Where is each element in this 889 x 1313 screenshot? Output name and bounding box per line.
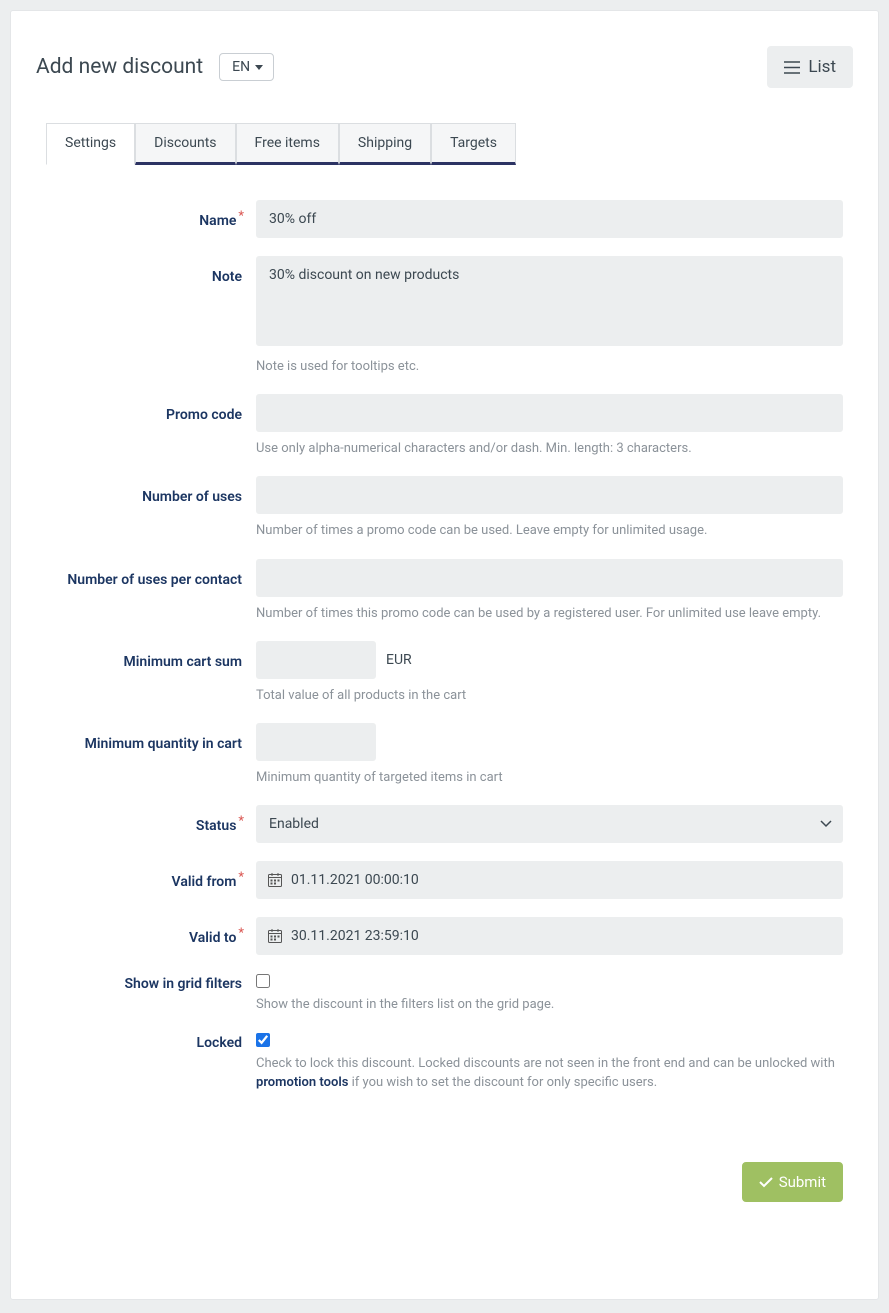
submit-button[interactable]: Submit <box>742 1162 843 1202</box>
promo-input[interactable] <box>256 394 843 432</box>
valid-from-label: Valid from <box>172 874 237 890</box>
valid-from-value: 01.11.2021 00:00:10 <box>291 872 419 888</box>
promo-help: Use only alpha-numerical characters and/… <box>256 440 843 458</box>
list-button[interactable]: List <box>767 46 853 88</box>
required-marker: * <box>238 926 244 941</box>
calendar-icon <box>267 872 283 888</box>
uses-contact-input[interactable] <box>256 559 843 597</box>
uses-input[interactable] <box>256 476 843 514</box>
name-label: Name <box>199 213 236 229</box>
required-marker: * <box>238 814 244 829</box>
uses-help: Number of times a promo code can be used… <box>256 522 843 540</box>
hamburger-icon <box>784 61 800 74</box>
valid-to-label: Valid to <box>189 930 236 946</box>
uses-label: Number of uses <box>142 489 242 505</box>
valid-from-input[interactable]: 01.11.2021 00:00:10 <box>256 861 843 899</box>
show-grid-label: Show in grid filters <box>124 976 242 992</box>
language-label: EN <box>232 59 250 75</box>
uses-contact-help: Number of times this promo code can be u… <box>256 605 843 623</box>
uses-contact-label: Number of uses per contact <box>67 572 242 588</box>
note-help: Note is used for tooltips etc. <box>256 358 843 376</box>
locked-checkbox[interactable] <box>256 1033 270 1047</box>
tab-targets[interactable]: Targets <box>431 123 516 165</box>
required-marker: * <box>238 870 244 885</box>
min-qty-input[interactable] <box>256 723 376 761</box>
note-label: Note <box>212 269 242 285</box>
locked-help: Check to lock this discount. Locked disc… <box>256 1055 843 1091</box>
check-icon <box>759 1176 773 1188</box>
required-marker: * <box>238 209 244 224</box>
tabs: Settings Discounts Free items Shipping T… <box>36 123 853 165</box>
min-sum-label: Minimum cart sum <box>123 654 242 670</box>
tab-discounts[interactable]: Discounts <box>135 123 235 165</box>
caret-down-icon <box>255 65 263 70</box>
note-input[interactable]: 30% discount on new products <box>256 256 843 346</box>
submit-label: Submit <box>779 1173 826 1191</box>
min-sum-input[interactable] <box>256 641 376 679</box>
status-label: Status <box>196 818 236 834</box>
tab-shipping[interactable]: Shipping <box>339 123 431 165</box>
name-input[interactable] <box>256 200 843 238</box>
calendar-icon <box>267 928 283 944</box>
tab-settings[interactable]: Settings <box>46 123 135 165</box>
currency-label: EUR <box>386 652 412 668</box>
list-button-label: List <box>808 57 836 77</box>
promotion-tools-link[interactable]: promotion tools <box>256 1075 348 1090</box>
min-qty-help: Minimum quantity of targeted items in ca… <box>256 769 843 787</box>
valid-to-input[interactable]: 30.11.2021 23:59:10 <box>256 917 843 955</box>
min-qty-label: Minimum quantity in cart <box>85 736 242 752</box>
page-title: Add new discount <box>36 55 203 79</box>
valid-to-value: 30.11.2021 23:59:10 <box>291 928 419 944</box>
show-grid-help: Show the discount in the filters list on… <box>256 996 843 1014</box>
min-sum-help: Total value of all products in the cart <box>256 687 843 705</box>
locked-label: Locked <box>197 1035 242 1051</box>
status-select[interactable]: Enabled <box>256 805 843 843</box>
tab-free-items[interactable]: Free items <box>236 123 339 165</box>
promo-label: Promo code <box>166 407 242 423</box>
language-dropdown[interactable]: EN <box>219 53 274 81</box>
show-grid-checkbox[interactable] <box>256 974 270 988</box>
